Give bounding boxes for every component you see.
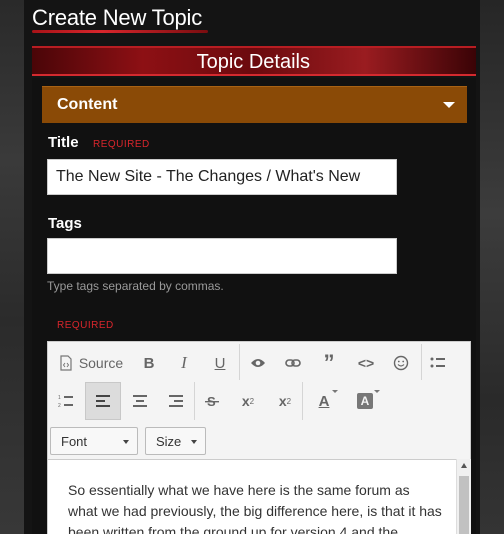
superscript-mark: 2 — [249, 396, 255, 406]
smiley-icon — [393, 355, 409, 371]
page-title: Create New Topic — [32, 5, 203, 30]
bold-button[interactable]: B — [138, 346, 160, 380]
chevron-down-icon — [123, 440, 129, 444]
link-icon — [285, 359, 301, 367]
banner-title: Topic Details — [196, 51, 310, 73]
toolbar-separator — [194, 382, 195, 420]
align-center-button[interactable] — [128, 384, 152, 418]
content-section-label: Content — [57, 96, 118, 113]
title-label: Title — [48, 134, 79, 151]
align-left-icon — [96, 395, 110, 407]
topic-details-banner: Topic Details — [32, 46, 476, 76]
preview-button[interactable] — [246, 346, 270, 380]
superscript-button[interactable]: x2 — [236, 384, 260, 418]
italic-button[interactable]: I — [173, 346, 195, 380]
align-left-button[interactable] — [85, 382, 121, 420]
align-right-icon — [169, 395, 183, 407]
background-color-caret-icon — [374, 390, 380, 393]
text-color-label: A — [318, 392, 330, 410]
title-underline — [32, 30, 208, 33]
editor-content-area[interactable]: So essentially what we have here is the … — [48, 459, 456, 534]
editor-scrollbar[interactable] — [456, 459, 471, 534]
link-button[interactable] — [281, 346, 305, 380]
strikethrough-button[interactable]: S — [200, 384, 224, 418]
source-label: Source — [78, 355, 124, 371]
subscript-mark: 2 — [286, 396, 292, 406]
align-right-button[interactable] — [164, 384, 188, 418]
svg-text:1: 1 — [58, 395, 61, 401]
subscript-button[interactable]: x2 — [273, 384, 297, 418]
numbered-list-icon: 1 2 — [58, 395, 73, 408]
subscript-base: x — [278, 393, 287, 409]
tags-label: Tags — [48, 215, 82, 232]
source-file-icon — [60, 355, 72, 371]
eye-icon — [251, 359, 265, 367]
font-dropdown-label: Font — [61, 434, 88, 449]
bullet-list-button[interactable] — [426, 346, 450, 380]
code-button[interactable]: <> — [353, 346, 379, 380]
title-input[interactable]: The New Site - The Changes / What's New — [47, 159, 397, 195]
tags-input[interactable] — [47, 238, 397, 274]
toolbar-separator — [239, 344, 240, 380]
source-button[interactable]: Source — [56, 346, 126, 380]
underline-button[interactable]: U — [209, 346, 231, 380]
title-required-badge: REQUIRED — [93, 139, 150, 150]
editor-content-text: So essentially what we have here is the … — [68, 482, 442, 534]
svg-text:2: 2 — [58, 403, 61, 408]
scrollbar-thumb[interactable] — [459, 476, 469, 534]
numbered-list-button[interactable]: 1 2 — [54, 384, 78, 418]
quote-button[interactable]: ” — [316, 346, 342, 380]
font-dropdown[interactable]: Font — [50, 427, 138, 455]
superscript-base: x — [241, 393, 250, 409]
bullet-list-icon — [430, 357, 445, 368]
content-required-badge: REQUIRED — [57, 320, 114, 331]
tags-hint: Type tags separated by commas. — [47, 279, 224, 293]
background-color-label: A — [357, 393, 373, 409]
size-dropdown[interactable]: Size — [145, 427, 206, 455]
caret-down-icon[interactable] — [443, 102, 455, 108]
content-section-header[interactable]: Content — [42, 86, 467, 123]
text-color-caret-icon — [332, 390, 338, 393]
background-color-button[interactable]: A — [350, 384, 380, 418]
text-color-button[interactable]: A — [310, 384, 338, 418]
toolbar-separator — [302, 382, 303, 420]
strikethrough-icon: S — [205, 394, 219, 408]
toolbar-separator — [421, 344, 422, 380]
scroll-up-arrow-icon[interactable] — [461, 463, 467, 468]
chevron-down-icon — [191, 440, 197, 444]
emoji-button[interactable] — [389, 346, 413, 380]
size-dropdown-label: Size — [156, 434, 182, 449]
align-center-icon — [133, 395, 147, 407]
